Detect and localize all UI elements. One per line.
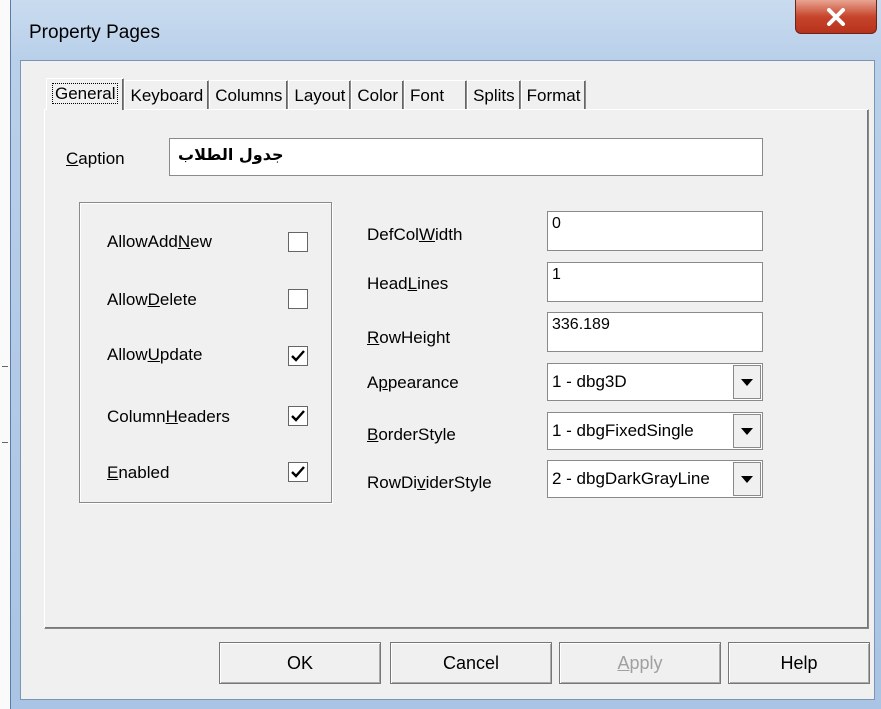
allow-add-new-checkbox[interactable]: [288, 232, 308, 252]
close-icon: [827, 7, 845, 26]
checkmark-icon: [291, 410, 305, 422]
tab-strip: General Keyboard Columns Layout Color Fo…: [46, 78, 587, 110]
dialog-client-area: General Keyboard Columns Layout Color Fo…: [20, 60, 875, 700]
appearance-label: Appearance: [367, 373, 459, 392]
head-lines-input[interactable]: 1: [547, 262, 763, 302]
tab-font[interactable]: Font: [404, 80, 468, 110]
tab-keyboard[interactable]: Keyboard: [124, 80, 210, 110]
allow-delete-checkbox[interactable]: [288, 289, 308, 309]
border-style-select[interactable]: 1 - dbgFixedSingle: [547, 412, 763, 450]
allow-update-checkbox[interactable]: [288, 346, 308, 366]
allow-update-label: AllowUpdate: [107, 345, 203, 364]
margin-tick: [2, 442, 8, 443]
caption-input[interactable]: جدول الطلاب: [169, 138, 763, 176]
tab-format[interactable]: Format: [520, 80, 587, 110]
tab-splits[interactable]: Splits: [467, 80, 521, 110]
row-height-input[interactable]: 336.189: [547, 312, 763, 352]
tab-color[interactable]: Color: [351, 80, 405, 110]
enabled-checkbox[interactable]: [288, 462, 308, 482]
head-lines-label: HeadLines: [367, 274, 449, 293]
title-bar[interactable]: Property Pages: [11, 0, 881, 60]
allow-add-new-label: AllowAddNew: [107, 232, 212, 251]
column-headers-checkbox[interactable]: [288, 406, 308, 426]
column-headers-label: ColumnHeaders: [107, 407, 230, 426]
tab-columns[interactable]: Columns: [209, 80, 289, 110]
margin-tick: [2, 366, 8, 367]
caption-label: Caption: [66, 149, 125, 168]
allow-delete-label: AllowDelete: [107, 290, 197, 309]
tab-general[interactable]: General: [46, 78, 125, 110]
tab-layout[interactable]: Layout: [288, 80, 352, 110]
chevron-down-icon[interactable]: [733, 462, 761, 496]
cancel-button[interactable]: Cancel: [390, 642, 552, 684]
chevron-down-icon[interactable]: [733, 365, 761, 399]
row-height-label: RowHeight: [367, 328, 451, 347]
ok-button[interactable]: OK: [219, 642, 381, 684]
checkmark-icon: [291, 350, 305, 362]
help-button[interactable]: Help: [728, 642, 870, 684]
chevron-down-icon[interactable]: [733, 414, 761, 448]
enabled-label: Enabled: [107, 463, 170, 482]
dialog-title: Property Pages: [29, 22, 160, 43]
close-button[interactable]: [795, 0, 877, 34]
appearance-select[interactable]: 1 - dbg3D: [547, 363, 763, 401]
border-style-label: BorderStyle: [367, 425, 456, 444]
checkmark-icon: [291, 466, 305, 478]
apply-button[interactable]: Apply: [559, 642, 721, 684]
row-divider-style-select[interactable]: 2 - dbgDarkGrayLine: [547, 460, 763, 498]
property-pages-dialog: Property Pages General Keyboard Columns …: [10, 0, 881, 709]
def-col-width-input[interactable]: 0: [547, 211, 763, 251]
row-divider-style-label: RowDividerStyle: [367, 473, 492, 492]
def-col-width-label: DefColWidth: [367, 225, 463, 244]
